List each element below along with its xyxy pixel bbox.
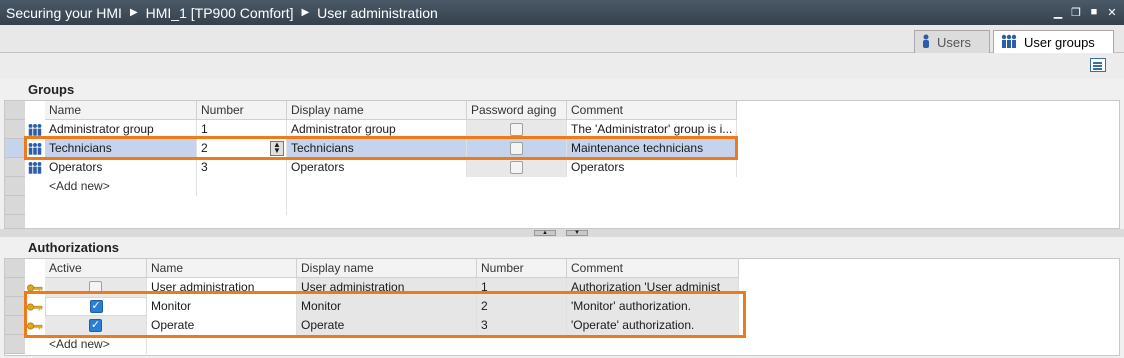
empty-row <box>5 215 1119 229</box>
row-header[interactable] <box>5 120 25 139</box>
tab-strip: Users User groups <box>0 25 1124 53</box>
groups-section-title: Groups <box>28 82 75 97</box>
column-header-comment[interactable]: Comment <box>567 101 737 120</box>
breadcrumb-separator-icon: ▶ <box>129 7 138 18</box>
column-header-password-aging[interactable]: Password aging <box>467 101 567 120</box>
password-aging-checkbox[interactable] <box>510 161 523 174</box>
authorizations-highlight <box>24 291 746 338</box>
row-header <box>5 177 25 196</box>
title-bar: Securing your HMI ▶ HMI_1 [TP900 Comfort… <box>0 0 1124 25</box>
groups-header-row: Name Number Display name Password aging … <box>5 101 1119 120</box>
group-comment[interactable]: Operators <box>567 158 737 177</box>
breadcrumb-project[interactable]: Securing your HMI <box>6 5 122 21</box>
column-header-name[interactable]: Name <box>45 101 197 120</box>
column-header-name[interactable]: Name <box>147 259 297 278</box>
breadcrumb-editor: User administration <box>317 4 438 21</box>
table-row[interactable]: Operators 3 Operators Operators <box>5 158 1119 177</box>
pane-splitter[interactable]: ▲ ▼ <box>0 229 1124 237</box>
breadcrumb-separator-icon: ▶ <box>301 7 310 18</box>
user-icon <box>921 34 931 51</box>
minimize-icon[interactable]: ▁ <box>1050 4 1066 20</box>
breadcrumb-device[interactable]: HMI_1 [TP900 Comfort] <box>146 5 294 21</box>
column-header-number[interactable]: Number <box>477 259 567 278</box>
add-new-group[interactable]: <Add new> <box>45 177 197 196</box>
row-header <box>5 215 25 229</box>
row-header[interactable] <box>5 139 25 158</box>
add-new-row[interactable]: <Add new> <box>5 177 1119 196</box>
row-header <box>5 101 25 120</box>
user-group-icon <box>28 161 42 174</box>
user-group-icon <box>28 123 42 136</box>
tab-user-groups[interactable]: User groups <box>993 30 1114 53</box>
table-settings-icon[interactable] <box>1090 58 1106 72</box>
splitter-up-icon[interactable]: ▲ <box>534 230 556 236</box>
row-header[interactable] <box>5 158 25 177</box>
group-display-name[interactable]: Operators <box>287 158 467 177</box>
column-header-comment[interactable]: Comment <box>567 259 739 278</box>
column-header-display-name[interactable]: Display name <box>297 259 477 278</box>
maximize-icon[interactable]: ■ <box>1086 4 1102 20</box>
tab-users[interactable]: Users <box>914 30 990 53</box>
row-header[interactable] <box>5 297 25 316</box>
tab-users-label: Users <box>937 34 971 50</box>
restore-icon[interactable]: ❐ <box>1068 4 1084 20</box>
empty-cell <box>197 177 287 196</box>
splitter-down-icon[interactable]: ▼ <box>566 230 588 236</box>
user-group-icon <box>1000 34 1018 51</box>
technicians-highlight <box>24 136 738 160</box>
groups-table: Name Number Display name Password aging … <box>4 100 1120 229</box>
group-name[interactable]: Operators <box>45 158 197 177</box>
tab-user-groups-label: User groups <box>1024 34 1095 50</box>
row-header <box>5 259 25 278</box>
close-icon[interactable]: ✕ <box>1104 4 1120 20</box>
column-header-number[interactable]: Number <box>197 101 287 120</box>
editor-toolbar <box>0 53 1124 79</box>
password-aging-checkbox[interactable] <box>510 123 523 136</box>
authorizations-header-row: Active Name Display name Number Comment <box>5 259 1119 278</box>
authorizations-section-title: Authorizations <box>28 240 119 255</box>
window-controls: ▁ ❐ ■ ✕ <box>1050 4 1120 20</box>
row-header[interactable] <box>5 316 25 335</box>
empty-row <box>5 196 1119 215</box>
password-aging-cell <box>467 158 567 177</box>
row-header <box>5 335 25 354</box>
column-header-display-name[interactable]: Display name <box>287 101 467 120</box>
group-number[interactable]: 3 <box>197 158 287 177</box>
empty-cell <box>197 196 287 215</box>
row-header[interactable] <box>5 278 25 297</box>
row-header <box>5 196 25 215</box>
column-header-active[interactable]: Active <box>45 259 147 278</box>
